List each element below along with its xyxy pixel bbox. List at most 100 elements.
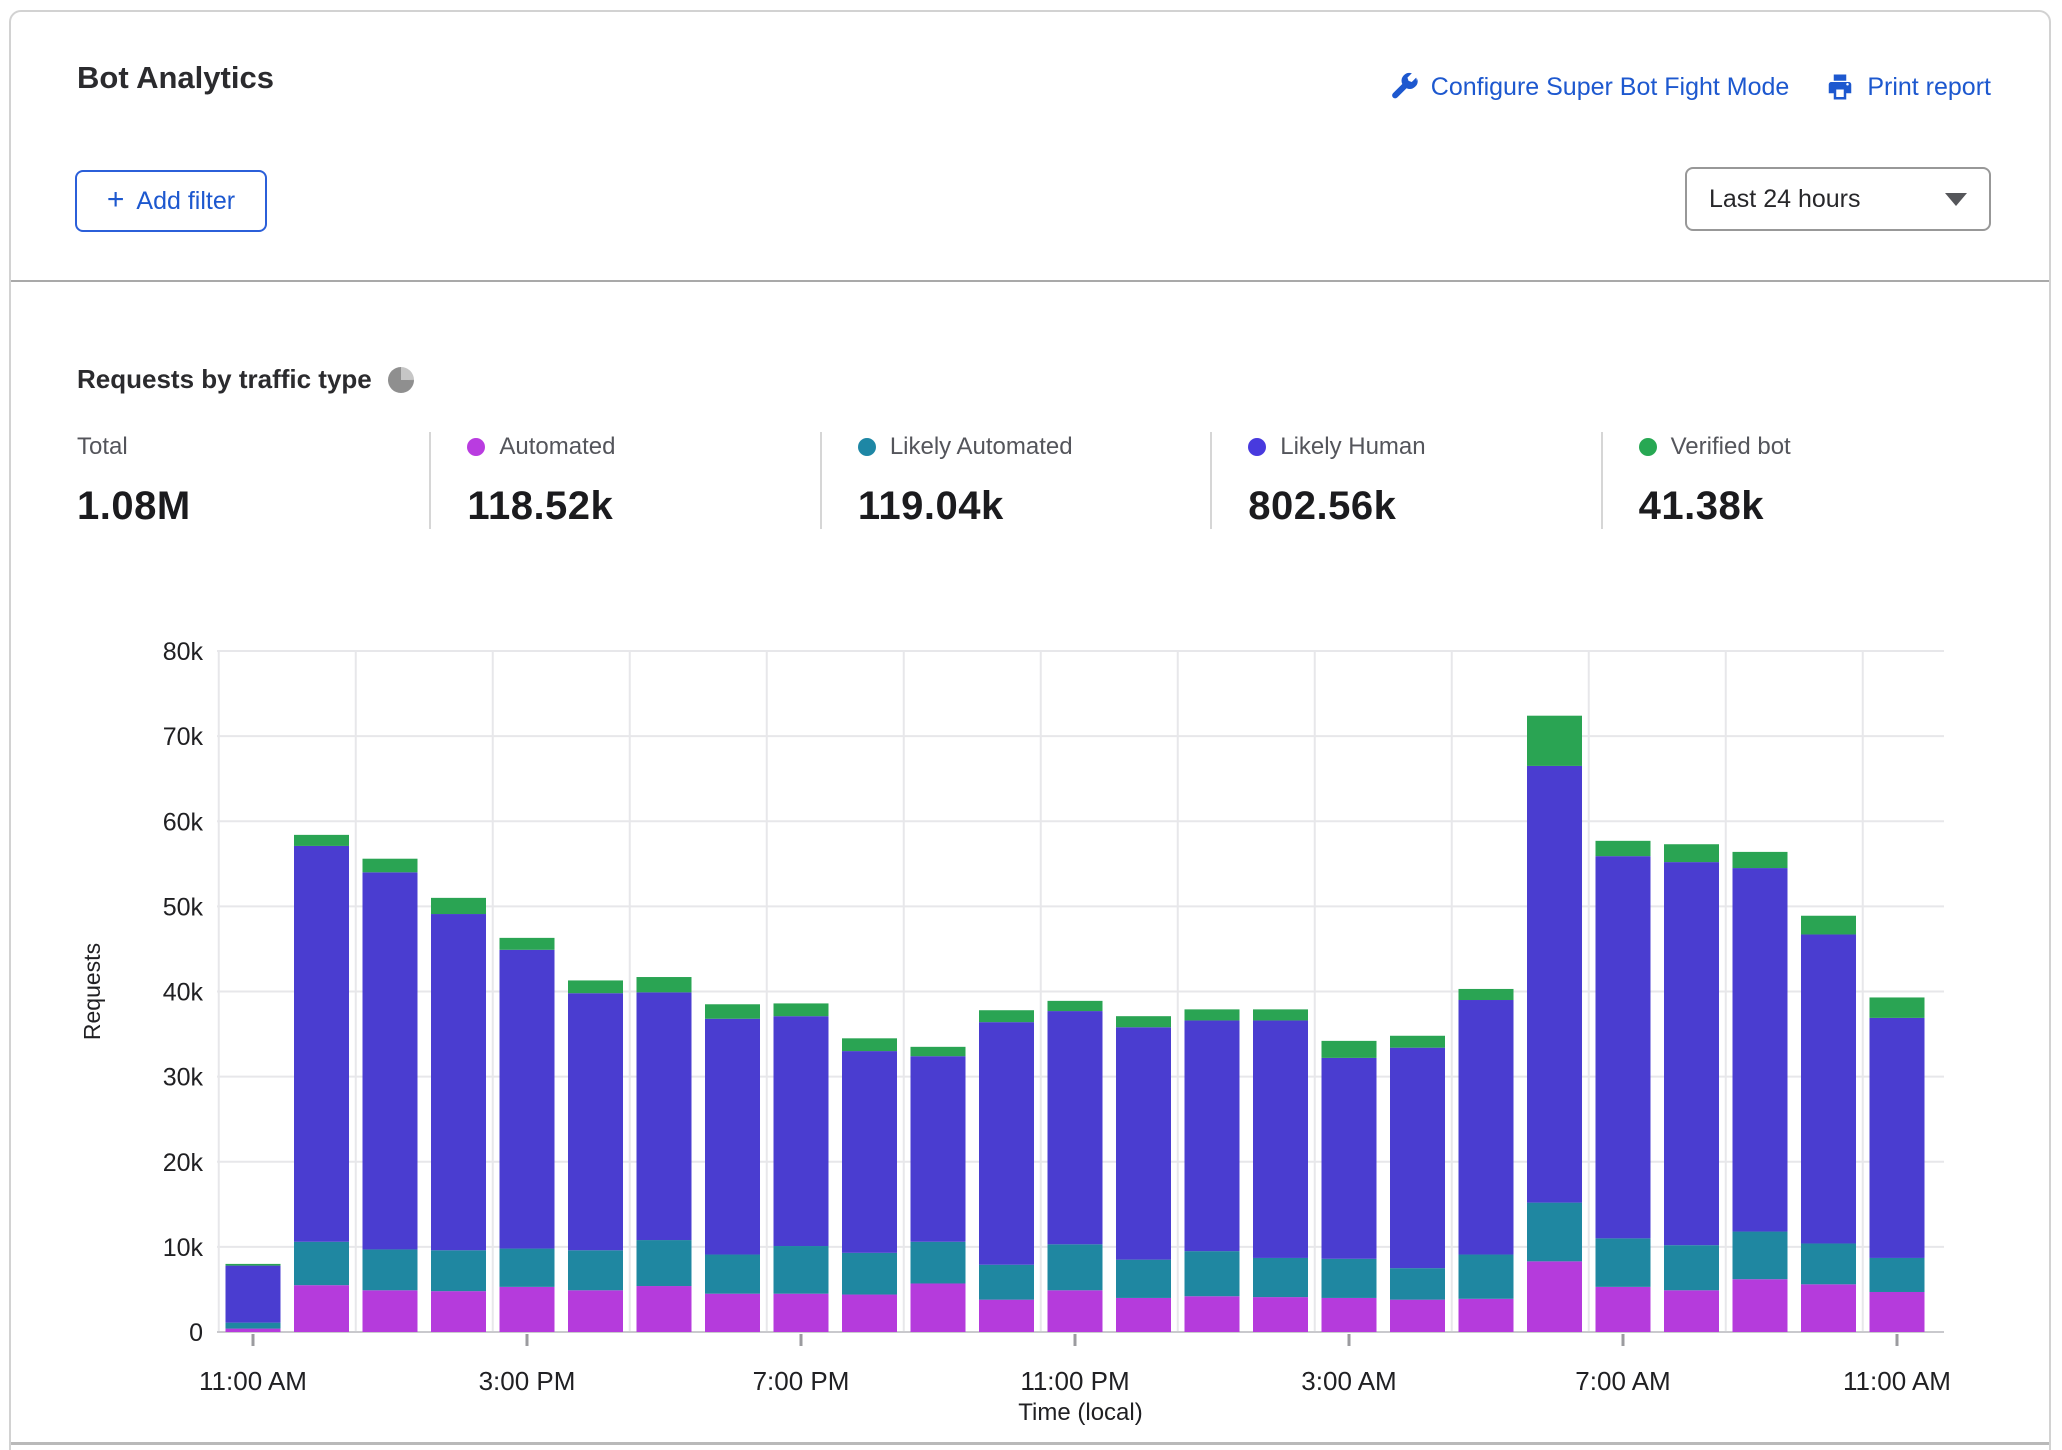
bar-segment <box>1116 1298 1171 1332</box>
bar-segment <box>1253 1009 1308 1020</box>
y-axis-tick: 80k <box>163 638 204 666</box>
bar-segment <box>842 1253 897 1295</box>
bar-segment <box>774 1003 829 1016</box>
bar-segment <box>1116 1027 1171 1259</box>
bar-segment <box>705 1019 760 1255</box>
y-axis-tick: 50k <box>163 893 204 921</box>
bar-segment <box>1322 1259 1377 1298</box>
bar-segment <box>1185 1251 1240 1296</box>
y-axis-tick: 30k <box>163 1064 204 1092</box>
bar-segment <box>1801 916 1856 935</box>
bar-segment <box>294 1285 349 1332</box>
bar-segment <box>705 1255 760 1294</box>
bar-segment <box>1664 1290 1719 1332</box>
bar-segment <box>1527 1203 1582 1262</box>
bar-segment <box>1870 1018 1925 1258</box>
bar-segment <box>1801 1243 1856 1284</box>
bar-segment <box>1733 1232 1788 1280</box>
bar-segment <box>1870 1292 1925 1332</box>
y-axis-title: Requests <box>79 943 105 1040</box>
bar-segment <box>1390 1036 1445 1048</box>
bar-segment <box>1048 1290 1103 1332</box>
bar-segment <box>842 1051 897 1253</box>
bar-segment <box>226 1329 281 1332</box>
bar-segment <box>1733 1279 1788 1332</box>
bar-segment <box>1322 1058 1377 1259</box>
bar-segment <box>1459 1255 1514 1299</box>
bar-segment <box>774 1016 829 1246</box>
bar-segment <box>1390 1268 1445 1299</box>
bar-segment <box>1116 1260 1171 1298</box>
bar-segment <box>568 980 623 993</box>
bar-segment <box>1459 1000 1514 1255</box>
bar-segment <box>431 1250 486 1291</box>
x-axis-tick: 7:00 PM <box>753 1366 850 1396</box>
bar-segment <box>637 1286 692 1332</box>
bar-segment <box>1253 1258 1308 1297</box>
bar-segment <box>1048 1011 1103 1244</box>
bar-segment <box>294 835 349 846</box>
y-axis-tick: 70k <box>163 723 204 751</box>
bar-segment <box>1527 766 1582 1203</box>
bar-segment <box>1390 1048 1445 1268</box>
bar-segment <box>1801 934 1856 1243</box>
bot-analytics-page: Bot Analytics Configure Super Bot Fight … <box>0 0 2062 1450</box>
bar-segment <box>1664 844 1719 862</box>
y-axis-tick: 10k <box>163 1234 204 1262</box>
bar-segment <box>1870 1258 1925 1292</box>
bar-segment <box>226 1266 281 1323</box>
bar-segment <box>1596 1238 1651 1287</box>
bar-segment <box>363 1290 418 1332</box>
x-axis-tick: 3:00 AM <box>1301 1366 1396 1396</box>
bar-segment <box>911 1283 966 1332</box>
bar-segment <box>637 977 692 992</box>
bar-segment <box>226 1323 281 1329</box>
bar-segment <box>363 872 418 1249</box>
bar-segment <box>1322 1041 1377 1058</box>
bar-segment <box>1596 1287 1651 1332</box>
bar-segment <box>774 1246 829 1294</box>
bar-segment <box>1253 1297 1308 1332</box>
bar-segment <box>500 1287 555 1332</box>
bar-segment <box>500 950 555 1249</box>
bar-segment <box>363 1249 418 1290</box>
y-axis-tick: 20k <box>163 1149 204 1177</box>
bar-segment <box>1733 868 1788 1231</box>
bar-segment <box>568 1250 623 1290</box>
bar-segment <box>1596 856 1651 1238</box>
bar-segment <box>568 993 623 1250</box>
bar-segment <box>842 1295 897 1332</box>
bar-segment <box>1390 1300 1445 1332</box>
bar-segment <box>1185 1020 1240 1251</box>
requests-stacked-bar-chart[interactable]: 010k20k30k40k50k60k70k80k11:00 AM3:00 PM… <box>0 0 2062 1450</box>
bar-segment <box>637 1240 692 1286</box>
bar-segment <box>979 1300 1034 1332</box>
bar-segment <box>1253 1020 1308 1257</box>
bar-segment <box>431 914 486 1250</box>
bar-segment <box>1459 1299 1514 1332</box>
bar-segment <box>500 938 555 950</box>
bar-segment <box>568 1290 623 1332</box>
bar-segment <box>911 1242 966 1284</box>
bar-segment <box>431 1291 486 1332</box>
bar-segment <box>1322 1298 1377 1332</box>
bar-segment <box>1664 1245 1719 1290</box>
y-axis-tick: 60k <box>163 808 204 836</box>
bar-segment <box>637 992 692 1240</box>
bar-segment <box>1664 862 1719 1245</box>
bar-segment <box>1185 1296 1240 1332</box>
bar-segment <box>431 898 486 914</box>
x-axis-title: Time (local) <box>1018 1399 1142 1426</box>
x-axis-tick: 7:00 AM <box>1575 1366 1670 1396</box>
bar-segment <box>979 1022 1034 1265</box>
bar-segment <box>294 846 349 1242</box>
bar-segment <box>911 1056 966 1242</box>
bar-segment <box>1527 716 1582 766</box>
bar-segment <box>705 1294 760 1332</box>
bar-segment <box>705 1004 760 1018</box>
bar-segment <box>1870 997 1925 1017</box>
bar-segment <box>842 1038 897 1051</box>
bar-segment <box>1596 841 1651 856</box>
bar-segment <box>226 1264 281 1266</box>
bar-segment <box>774 1294 829 1332</box>
